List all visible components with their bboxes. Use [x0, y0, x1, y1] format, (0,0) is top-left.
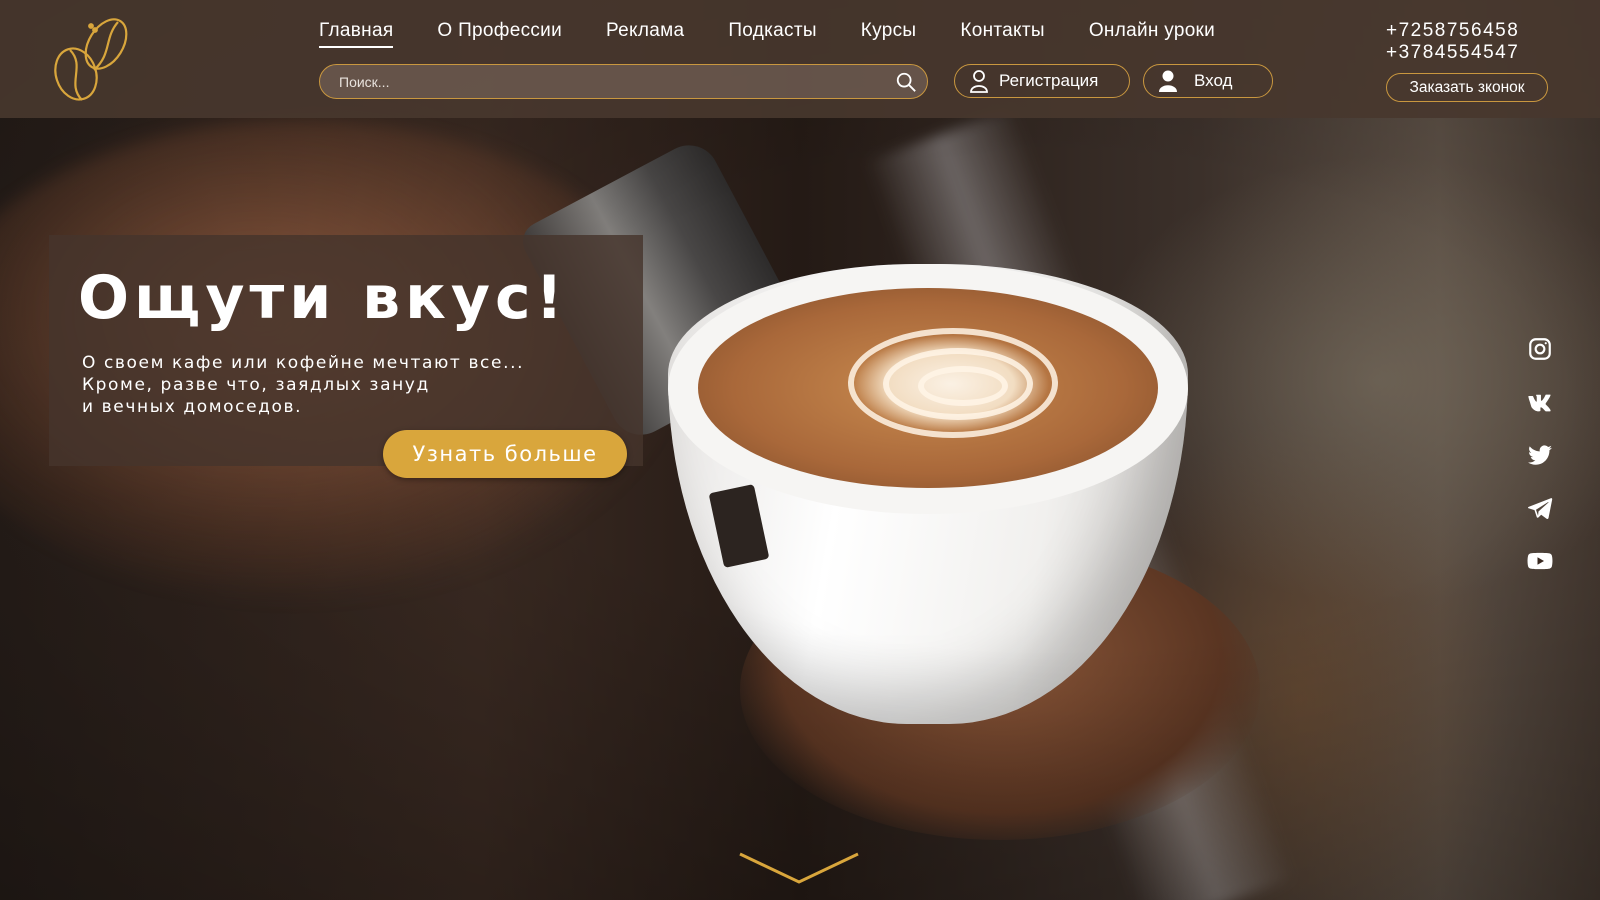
twitter-icon[interactable]: [1527, 442, 1553, 468]
nav-item-profession[interactable]: О Профессии: [437, 20, 562, 48]
register-button[interactable]: Регистрация: [954, 64, 1130, 98]
nav-item-courses[interactable]: Курсы: [861, 20, 917, 48]
callback-button[interactable]: Заказать зконок: [1386, 73, 1548, 102]
search-bar: [319, 64, 928, 99]
nav-item-ads[interactable]: Реклама: [606, 20, 684, 48]
hero-title: Ощути вкус!: [78, 263, 568, 333]
search-input[interactable]: [320, 73, 895, 90]
telegram-icon[interactable]: [1527, 495, 1553, 521]
youtube-icon[interactable]: [1527, 548, 1553, 574]
nav-item-online-lessons[interactable]: Онлайн уроки: [1089, 20, 1215, 48]
login-button[interactable]: Вход: [1143, 64, 1273, 98]
user-filled-icon: [1159, 70, 1177, 92]
site-header: Главная О Профессии Реклама Подкасты Кур…: [0, 0, 1600, 118]
register-label: Регистрация: [999, 71, 1099, 90]
chevron-down-icon[interactable]: [738, 852, 860, 886]
phone-1[interactable]: +7258756458: [1386, 20, 1519, 42]
instagram-icon[interactable]: [1527, 336, 1553, 362]
social-links: [1527, 336, 1555, 601]
nav-item-home[interactable]: Главная: [319, 20, 394, 48]
nav-item-podcasts[interactable]: Подкасты: [728, 20, 816, 48]
phone-numbers: +7258756458 +3784554547: [1386, 20, 1519, 64]
coffee-beans-logo[interactable]: [48, 14, 134, 102]
search-icon[interactable]: [895, 71, 917, 93]
main-nav: Главная О Профессии Реклама Подкасты Кур…: [319, 20, 1259, 48]
learn-more-button[interactable]: Узнать больше: [383, 430, 627, 478]
login-label: Вход: [1194, 71, 1233, 90]
user-outline-icon: [970, 70, 988, 93]
nav-item-contacts[interactable]: Контакты: [960, 20, 1044, 48]
hero-description: О своем кафе или кофейне мечтают все... …: [82, 353, 525, 417]
phone-2[interactable]: +3784554547: [1386, 42, 1519, 64]
vk-icon[interactable]: [1527, 389, 1553, 415]
